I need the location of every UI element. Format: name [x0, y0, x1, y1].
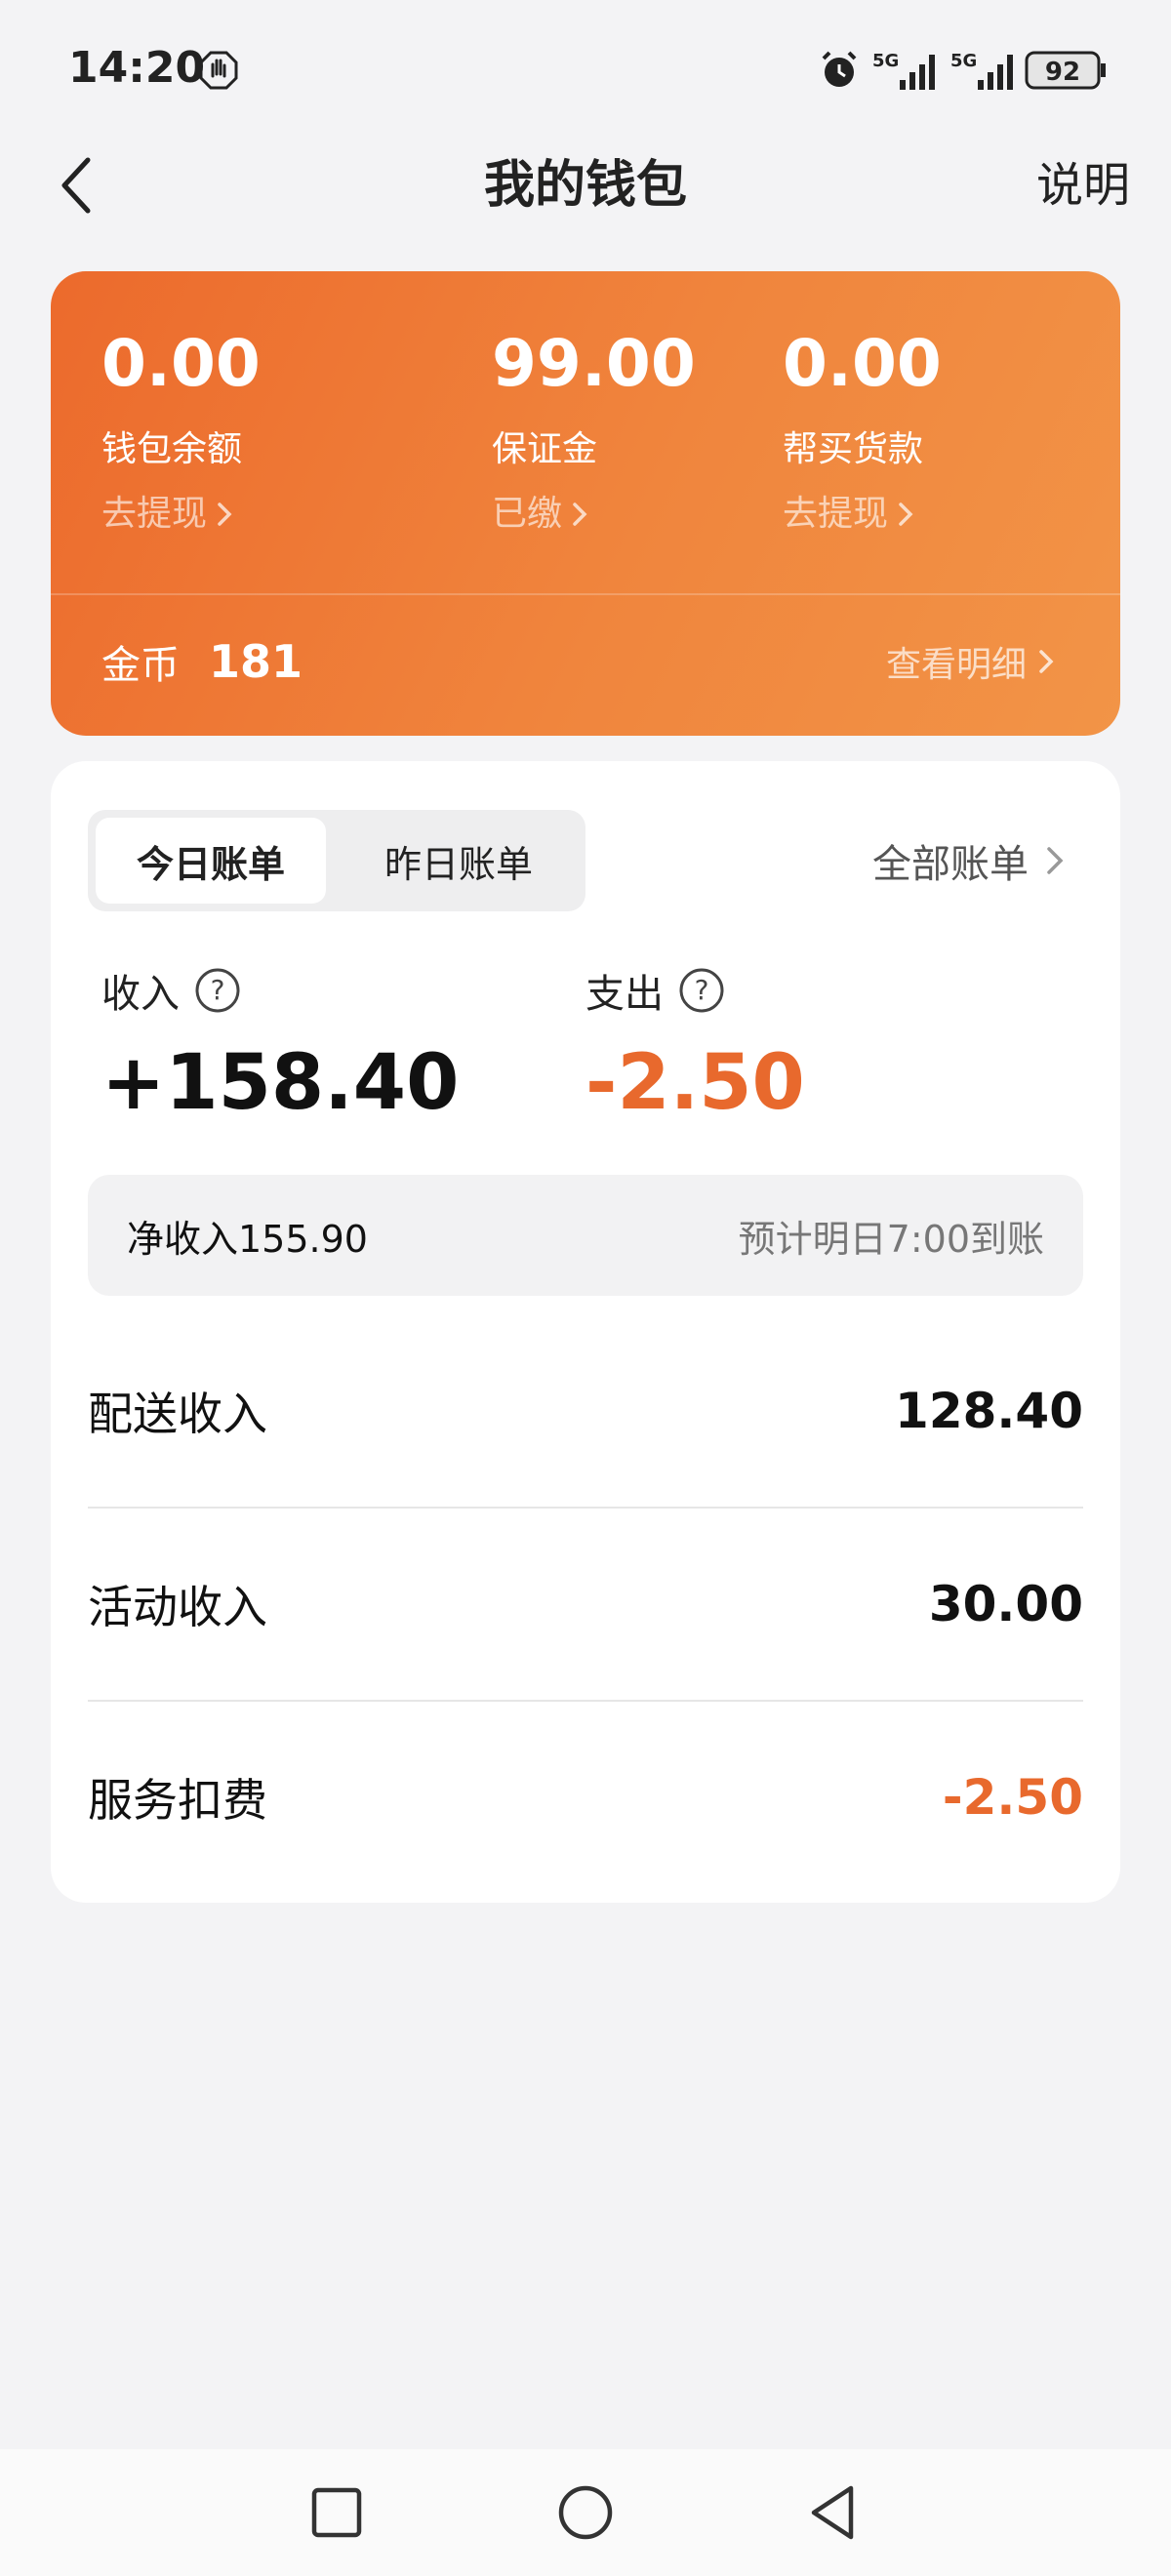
- view-details-label: 查看明细: [885, 645, 1027, 685]
- signal-icon: 5G: [949, 47, 1017, 98]
- chevron-right-icon: [1039, 650, 1054, 673]
- bill-row-value: 30.00: [928, 1576, 1083, 1632]
- withdraw-balance-label: 去提现: [101, 494, 208, 534]
- circle-icon: [558, 2485, 613, 2540]
- deposit: 99.00 保证金 已缴: [492, 320, 696, 539]
- wallet-balance: 0.00 钱包余额 去提现: [101, 320, 261, 539]
- system-back-button[interactable]: [800, 2478, 868, 2547]
- wallet-balance-amount: 0.00: [101, 326, 261, 401]
- net-income: 净收入155.90: [127, 1217, 368, 1261]
- purchase-funds-label: 帮买货款: [783, 429, 924, 469]
- income-value: +158.40: [101, 1039, 460, 1127]
- bill-row-label: 配送收入: [88, 1388, 267, 1440]
- deposit-label: 保证金: [492, 429, 598, 469]
- battery-level: 92: [1045, 58, 1080, 87]
- svg-text:?: ?: [211, 974, 225, 1006]
- all-bills-link[interactable]: 全部账单: [872, 810, 1066, 911]
- expense-value: -2.50: [586, 1039, 805, 1127]
- bill-row-service-fee: 服务扣费 -2.50: [88, 1702, 1083, 1893]
- wallet-page: 14:20 5G 5G 92 我的钱包 说明 0.00 钱包余额 去提现 99.…: [0, 0, 1171, 2576]
- bill-row-delivery: 配送收入 128.40: [88, 1315, 1083, 1507]
- wallet-card-divider: [51, 593, 1120, 595]
- bill-row-label: 活动收入: [88, 1581, 267, 1633]
- triangle-left-icon: [811, 2485, 854, 2540]
- network-label-2: 5G: [950, 51, 977, 71]
- battery-icon: 92: [1025, 51, 1109, 94]
- bill-row-value: 128.40: [895, 1383, 1083, 1439]
- chevron-right-icon: [899, 503, 913, 526]
- view-details-link[interactable]: 查看明细: [886, 613, 1056, 710]
- deposit-amount: 99.00: [492, 326, 696, 401]
- signal-icon: 5G: [870, 47, 939, 98]
- bill-card: 今日账单 昨日账单 全部账单 收入 ? +158.40 支出 ? -2.50 净…: [51, 761, 1120, 1903]
- arrival-note: 预计明日7:00到账: [738, 1217, 1044, 1261]
- all-bills-label: 全部账单: [872, 842, 1029, 887]
- income-block: 收入 ? +158.40: [101, 961, 459, 1127]
- home-button[interactable]: [551, 2478, 620, 2547]
- help-button[interactable]: 说明: [1036, 146, 1130, 224]
- deposit-paid-label: 已缴: [492, 494, 563, 534]
- bill-row-label: 服务扣费: [88, 1774, 267, 1827]
- withdraw-purchase-label: 去提现: [783, 494, 889, 534]
- expense-block: 支出 ? -2.50: [586, 961, 805, 1127]
- square-icon: [311, 2487, 362, 2538]
- withdraw-balance-link[interactable]: 去提现: [101, 490, 261, 539]
- page-title: 我的钱包: [483, 156, 687, 215]
- system-nav-bar: [0, 2449, 1171, 2576]
- svg-text:?: ?: [695, 974, 709, 1006]
- network-label-1: 5G: [872, 51, 899, 71]
- tab-yesterday-bill[interactable]: 昨日账单: [343, 818, 574, 904]
- status-bar: 14:20 5G 5G 92: [0, 0, 1171, 137]
- withdraw-purchase-link[interactable]: 去提现: [783, 490, 942, 539]
- help-circle-icon[interactable]: ?: [677, 966, 726, 1015]
- wallet-summary-card: 0.00 钱包余额 去提现 99.00 保证金 已缴 0.00 帮买货款 去提现: [51, 271, 1120, 736]
- net-income-box: 净收入155.90 预计明日7:00到账: [88, 1175, 1083, 1296]
- recent-apps-button[interactable]: [303, 2478, 371, 2547]
- bill-tabs: 今日账单 昨日账单: [88, 810, 586, 911]
- deposit-paid-link[interactable]: 已缴: [492, 490, 696, 539]
- chevron-right-icon: [573, 503, 587, 526]
- purchase-funds-amount: 0.00: [783, 326, 942, 401]
- chevron-right-icon: [1047, 847, 1064, 874]
- expense-label: 支出: [586, 972, 664, 1017]
- bill-row-value: -2.50: [942, 1769, 1083, 1826]
- wallet-balance-label: 钱包余额: [101, 429, 243, 469]
- coins-value: 181: [209, 635, 303, 688]
- status-time: 14:20: [68, 43, 206, 93]
- chevron-right-icon: [218, 503, 232, 526]
- coins-row: 金币 181: [101, 613, 303, 710]
- coins-label: 金币: [101, 643, 180, 688]
- help-circle-icon[interactable]: ?: [193, 966, 242, 1015]
- alarm-icon: [818, 49, 861, 96]
- tab-today-bill[interactable]: 今日账单: [96, 818, 326, 904]
- income-label: 收入: [101, 972, 180, 1017]
- hand-icon: [199, 51, 238, 94]
- purchase-funds: 0.00 帮买货款 去提现: [783, 320, 942, 539]
- bill-row-activity: 活动收入 30.00: [88, 1509, 1083, 1700]
